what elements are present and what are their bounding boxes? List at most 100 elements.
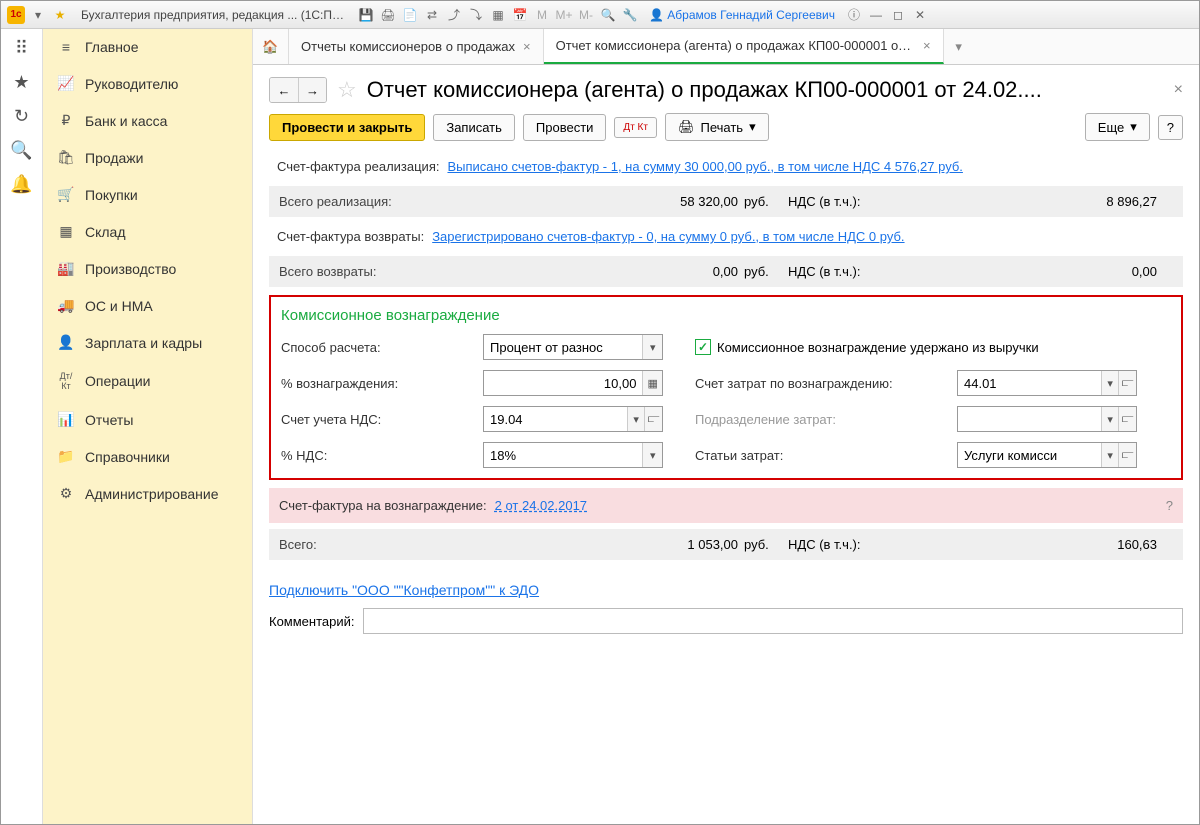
vat-pct-select[interactable]: ▾ — [483, 442, 663, 468]
sidebar-item-bank[interactable]: ₽Банк и касса — [43, 102, 252, 139]
app-title: Бухгалтерия предприятия, редакция ... (1… — [73, 8, 353, 22]
save-icon[interactable]: 💾 — [357, 6, 375, 24]
bell-icon[interactable]: 🔔 — [11, 173, 33, 195]
m-plus-icon[interactable]: M+ — [555, 6, 573, 24]
vat-acct-combo: ▾ ⫍ — [483, 406, 663, 432]
total-vat: 160,63 — [898, 537, 1173, 552]
apps-icon[interactable]: ⠿ — [11, 37, 33, 59]
zoom-icon[interactable]: 🔍 — [599, 6, 617, 24]
total-label: Всего: — [279, 537, 479, 552]
sidebar-item-assets[interactable]: 🚚ОС и НМА — [43, 287, 252, 324]
sidebar-item-refs[interactable]: 📁Справочники — [43, 438, 252, 475]
comment-input[interactable] — [363, 608, 1184, 634]
vat-pct-input[interactable] — [484, 443, 642, 467]
cost-item-input[interactable] — [958, 443, 1101, 467]
production-icon: 🏭 — [57, 260, 75, 277]
chevron-down-icon[interactable]: ▾ — [1101, 371, 1119, 395]
sidebar-item-production[interactable]: 🏭Производство — [43, 250, 252, 287]
tools-icon[interactable]: 🔧 — [621, 6, 639, 24]
sidebar-item-sales[interactable]: 🛍Продажи — [43, 139, 252, 176]
search-icon[interactable]: 🔍 — [11, 139, 33, 161]
open-icon[interactable]: ⫍ — [1118, 371, 1136, 395]
edo-link[interactable]: Подключить "ООО ""Конфетпром"" к ЭДО — [269, 582, 539, 598]
chevron-down-icon: ▾ — [1130, 119, 1137, 135]
sidebar-item-reports[interactable]: 📊Отчеты — [43, 401, 252, 438]
dept-input[interactable] — [958, 407, 1101, 431]
minimize-icon[interactable]: — — [867, 6, 885, 24]
sidebar-item-manager[interactable]: 📈Руководителю — [43, 65, 252, 102]
tab-list[interactable]: Отчеты комиссионеров о продажах× — [289, 29, 544, 64]
cost-acct-input[interactable] — [958, 371, 1101, 395]
upload-icon[interactable]: ⤴ — [445, 6, 463, 24]
history-icon[interactable]: ↻ — [11, 105, 33, 127]
method-select[interactable]: ▾ — [483, 334, 663, 360]
cost-acct-label: Счет затрат по вознаграждению: — [695, 376, 945, 391]
invoice-real-label: Счет-фактура реализация: — [277, 159, 439, 174]
dept-label: Подразделение затрат: — [695, 412, 945, 427]
open-icon[interactable]: ⫍ — [644, 407, 662, 431]
total-real-vat: 8 896,27 — [898, 194, 1173, 209]
print-button[interactable]: 🖨Печать▾ — [665, 113, 769, 141]
chevron-down-icon[interactable]: ▾ — [1101, 407, 1119, 431]
invoice-ret-link[interactable]: Зарегистрировано счетов-фактур - 0, на с… — [432, 229, 904, 244]
vat-acct-input[interactable] — [484, 407, 627, 431]
nav-back-icon[interactable]: ← — [270, 78, 298, 102]
nav-forward-icon[interactable]: → — [298, 78, 326, 102]
invoice-real-link[interactable]: Выписано счетов-фактур - 1, на сумму 30 … — [447, 159, 962, 174]
help-button[interactable]: ? — [1158, 115, 1183, 140]
compare-icon[interactable]: ⇄ — [423, 6, 441, 24]
m-icon[interactable]: M — [533, 6, 551, 24]
close-tab-icon[interactable]: × — [923, 38, 931, 53]
home-tab[interactable]: 🏠 — [253, 29, 289, 64]
close-doc-icon[interactable]: × — [1174, 81, 1183, 99]
chevron-down-icon[interactable]: ▾ — [642, 335, 662, 359]
star-icon[interactable]: ★ — [51, 6, 69, 24]
post-and-close-button[interactable]: Провести и закрыть — [269, 114, 425, 141]
refs-icon: 📁 — [57, 448, 75, 465]
toolbar: Провести и закрыть Записать Провести Дт … — [269, 113, 1183, 141]
calculator-icon[interactable]: ▦ — [642, 371, 662, 395]
favorite-icon[interactable]: ★ — [11, 71, 33, 93]
calendar-icon[interactable]: 📅 — [511, 6, 529, 24]
download-icon[interactable]: ⤵ — [467, 6, 485, 24]
close-window-icon[interactable]: ✕ — [911, 6, 929, 24]
method-input[interactable] — [484, 335, 642, 359]
more-button[interactable]: Еще▾ — [1085, 113, 1150, 141]
tab-document[interactable]: Отчет комиссионера (агента) о продажах К… — [544, 29, 944, 64]
dtkt-button[interactable]: Дт Кт — [614, 117, 657, 138]
sales-icon: 🛍 — [57, 149, 75, 166]
post-button[interactable]: Провести — [523, 114, 607, 141]
open-icon[interactable]: ⫍ — [1118, 443, 1136, 467]
sidebar-item-admin[interactable]: ⚙Администрирование — [43, 475, 252, 512]
withheld-checkbox[interactable]: ✓ Комиссионное вознаграждение удержано и… — [695, 339, 1039, 355]
help-icon[interactable]: ? — [1166, 498, 1173, 513]
info-icon[interactable]: ⓘ — [845, 6, 863, 24]
sidebar-item-hr[interactable]: 👤Зарплата и кадры — [43, 324, 252, 361]
chevron-down-icon[interactable]: ▾ — [642, 443, 662, 467]
open-icon[interactable]: ⫍ — [1118, 407, 1136, 431]
total-ret-vat: 0,00 — [898, 264, 1173, 279]
percent-input[interactable] — [484, 371, 642, 395]
close-tab-icon[interactable]: × — [523, 39, 531, 54]
chevron-down-icon[interactable]: ▾ — [1101, 443, 1119, 467]
favorite-star-icon[interactable]: ☆ — [337, 77, 357, 103]
maximize-icon[interactable]: ◻ — [889, 6, 907, 24]
comm-invoice-link[interactable]: 2 от 24.02.2017 — [495, 498, 587, 513]
save-button[interactable]: Записать — [433, 114, 515, 141]
sidebar-item-purchases[interactable]: 🛒Покупки — [43, 176, 252, 213]
dropdown-icon[interactable]: ▾ — [29, 6, 47, 24]
dept-combo: ▾ ⫍ — [957, 406, 1137, 432]
calc-icon[interactable]: ▦ — [489, 6, 507, 24]
commission-title: Комиссионное вознаграждение — [281, 307, 1171, 324]
doc-icon[interactable]: 📄 — [401, 6, 419, 24]
sidebar-item-main[interactable]: ≡Главное — [43, 29, 252, 65]
tabs-dropdown-icon[interactable]: ▾ — [944, 29, 974, 64]
m-minus-icon[interactable]: M- — [577, 6, 595, 24]
total-ret-value: 0,00 — [479, 264, 744, 279]
print-icon[interactable]: 🖨 — [379, 6, 397, 24]
user-name[interactable]: 👤 Абрамов Геннадий Сергеевич — [643, 8, 841, 22]
chevron-down-icon[interactable]: ▾ — [627, 407, 645, 431]
sidebar-item-warehouse[interactable]: ▦Склад — [43, 213, 252, 250]
main-icon: ≡ — [57, 39, 75, 55]
sidebar-item-operations[interactable]: Дт/КтОперации — [43, 361, 252, 401]
